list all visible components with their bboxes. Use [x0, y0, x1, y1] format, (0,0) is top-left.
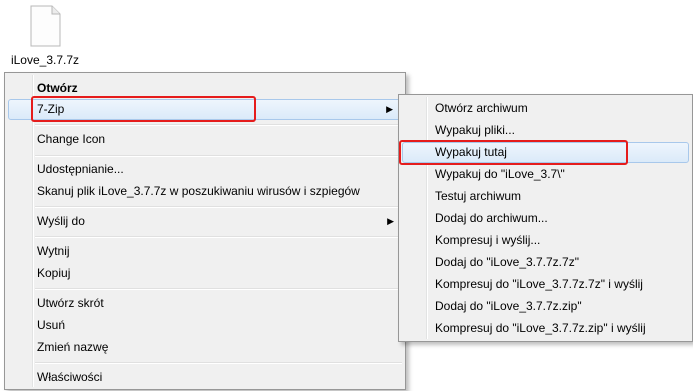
menu-item-copy[interactable]: Kopiuj	[8, 263, 402, 284]
menu-item-send-to[interactable]: Wyślij do ▶	[8, 211, 402, 232]
submenu-arrow-icon: ▶	[386, 104, 393, 114]
submenu-item-add-to-zip[interactable]: Dodaj do "iLove_3.7.7z.zip"	[402, 296, 689, 317]
submenu-item-add-to-archive[interactable]: Dodaj do archiwum...	[402, 208, 689, 229]
file-icon[interactable]	[30, 5, 61, 47]
menu-separator	[35, 362, 402, 364]
menu-item-delete[interactable]: Usuń	[8, 315, 402, 336]
submenu-item-compress-7z-email[interactable]: Kompresuj do "iLove_3.7.7z.7z" i wyślij	[402, 274, 689, 295]
submenu-item-add-to-7z[interactable]: Dodaj do "iLove_3.7.7z.7z"	[402, 252, 689, 273]
menu-item-cut[interactable]: Wytnij	[8, 241, 402, 262]
file-name-label[interactable]: iLove_3.7.7z	[0, 53, 90, 67]
menu-item-change-icon[interactable]: Change Icon	[8, 129, 402, 150]
menu-item-scan[interactable]: Skanuj plik iLove_3.7.7z w poszukiwaniu …	[8, 181, 402, 202]
menu-item-rename[interactable]: Zmień nazwę	[8, 337, 402, 358]
menu-item-properties[interactable]: Właściwości	[8, 367, 402, 388]
menu-separator	[35, 288, 402, 290]
sevenzip-submenu: Otwórz archiwum Wypakuj pliki... Wypakuj…	[398, 94, 693, 342]
submenu-item-open-archive[interactable]: Otwórz archiwum	[402, 98, 689, 119]
highlight-7zip-annotation	[31, 96, 256, 122]
submenu-item-extract-to-folder[interactable]: Wypakuj do "iLove_3.7\"	[402, 164, 689, 185]
submenu-item-test-archive[interactable]: Testuj archiwum	[402, 186, 689, 207]
highlight-extract-here-annotation	[399, 140, 628, 165]
menu-item-label: Wyślij do	[37, 214, 85, 228]
submenu-item-extract-files[interactable]: Wypakuj pliki...	[402, 120, 689, 141]
menu-item-create-shortcut[interactable]: Utwórz skrót	[8, 293, 402, 314]
submenu-arrow-icon: ▶	[387, 216, 394, 226]
submenu-item-compress-zip-email[interactable]: Kompresuj do "iLove_3.7.7z.zip" i wyślij	[402, 318, 689, 339]
submenu-item-compress-and-email[interactable]: Kompresuj i wyślij...	[402, 230, 689, 251]
menu-separator	[35, 206, 402, 208]
desktop: iLove_3.7.7z Otwórz 7-Zip ▶ Change Icon …	[0, 0, 693, 391]
menu-separator	[35, 124, 402, 126]
menu-separator	[35, 236, 402, 238]
menu-item-sharing[interactable]: Udostępnianie...	[8, 159, 402, 180]
menu-separator	[35, 155, 402, 157]
